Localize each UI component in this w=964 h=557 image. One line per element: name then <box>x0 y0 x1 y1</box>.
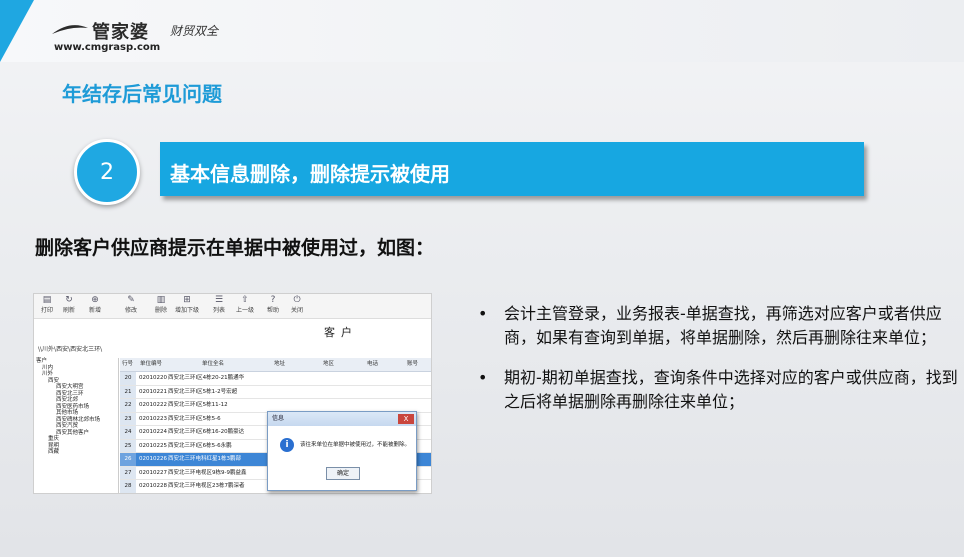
column-header[interactable]: 账号 <box>407 358 418 371</box>
ok-button[interactable]: 确定 <box>326 467 360 480</box>
logo-product: 财贸双全 <box>170 24 219 38</box>
window-title: 客户 <box>324 326 358 339</box>
toolbar-refresh[interactable]: ↻ 刷新 <box>56 295 82 314</box>
info-icon: i <box>280 438 294 452</box>
column-header[interactable]: 单位全名 <box>202 358 224 371</box>
close-icon[interactable]: X <box>398 414 414 424</box>
list-item: • 期初-期初单据查找，查询条件中选择对应的客户或供应商，找到之后将单据删除再删… <box>478 366 964 414</box>
table-header: 行号 单位编号 单位全名 地址 地区 电话 账号 <box>120 358 431 372</box>
logo-swoosh-icon <box>52 25 88 34</box>
info-dialog: 信息 X i 该往来单位在单据中被使用过，不能被删除。 确定 <box>267 411 417 491</box>
dialog-titlebar: 信息 X <box>268 412 416 426</box>
column-header[interactable]: 行号 <box>122 358 133 371</box>
column-header[interactable]: 电话 <box>367 358 378 371</box>
table-row[interactable]: 20 02010220 西安北三环I区4栋20-21鹏通华 <box>120 372 431 386</box>
section-bar: 基本信息删除，删除提示被使用 <box>160 142 864 196</box>
bullet-text: 会计主管登录，业务报表-单据查找，再筛选对应客户或者供应商，如果有查询到单据，将… <box>504 304 942 347</box>
section-title: 基本信息删除，删除提示被使用 <box>170 162 450 186</box>
column-header[interactable]: 地址 <box>274 358 285 371</box>
printer-icon: ▤ <box>42 295 52 305</box>
toolbar-edit[interactable]: ✎ 修改 <box>118 295 144 314</box>
dialog-message: 该往来单位在单据中被使用过，不能被删除。 <box>300 442 411 448</box>
bullet-list: • 会计主管登录，业务报表-单据查找，再筛选对应客户或者供应商，如果有查询到单据… <box>478 302 964 430</box>
column-header[interactable]: 地区 <box>323 358 334 371</box>
power-icon: ⏻ <box>293 295 301 305</box>
plus-icon: ⊕ <box>91 295 99 305</box>
help-icon: ? <box>270 295 276 305</box>
logo-url: www.cmgrasp.com <box>54 42 161 53</box>
list-icon: ☰ <box>214 295 224 305</box>
category-tree: 客户 川内 川外 西安 西安大明宫 西安北三环 西安北郊 西安医药市场 其他市场… <box>34 358 119 493</box>
toolbar: ▤ 打印 ↻ 刷新 ⊕ 新增 ✎ 修改 ▥ 删除 ⊞ 增加下级 ☰ 列表 ⇧ 上一级 ? 帮助 ⏻… <box>34 294 431 319</box>
section-number: 2 <box>74 139 140 205</box>
list-item: • 会计主管登录，业务报表-单据查找，再筛选对应客户或者供应商，如果有查询到单据… <box>478 302 964 350</box>
bullet-text: 期初-期初单据查找，查询条件中选择对应的客户或供应商，找到之后将单据删除再删除往… <box>504 368 958 411</box>
toolbar-close[interactable]: ⏻ 关闭 <box>284 295 310 314</box>
dialog-title: 信息 <box>272 415 285 422</box>
bullet-dot-icon: • <box>478 304 488 323</box>
column-header[interactable]: 单位编号 <box>140 358 162 371</box>
lead-text: 删除客户供应商提示在单据中被使用过，如图： <box>35 237 435 259</box>
edit-icon: ✎ <box>127 295 135 305</box>
toolbar-up-level[interactable]: ⇧ 上一级 <box>232 295 258 314</box>
up-folder-icon: ⇧ <box>241 295 249 305</box>
logo-brand: 管家婆 <box>92 22 149 43</box>
trash-icon: ▥ <box>156 295 166 305</box>
toolbar-delete[interactable]: ▥ 删除 <box>148 295 174 314</box>
toolbar-add-child[interactable]: ⊞ 增加下级 <box>174 295 200 314</box>
refresh-icon: ↻ <box>65 295 73 305</box>
page-title: 年结存后常见问题 <box>62 82 222 106</box>
toolbar-help[interactable]: ? 帮助 <box>260 295 286 314</box>
hierarchy-icon: ⊞ <box>183 295 191 305</box>
logo: 管家婆 财贸双全 www.cmgrasp.com <box>52 18 232 54</box>
breadcrumb: \\川外\西安\西安北三环\ <box>38 346 103 353</box>
bullet-dot-icon: • <box>478 368 488 387</box>
table-row[interactable]: 21 02010221 西安北三环I区5栋1-2号宏超 <box>120 385 431 399</box>
tree-item[interactable]: 西藏 <box>34 449 118 456</box>
toolbar-add[interactable]: ⊕ 新增 <box>82 295 108 314</box>
toolbar-list[interactable]: ☰ 列表 <box>206 295 232 314</box>
